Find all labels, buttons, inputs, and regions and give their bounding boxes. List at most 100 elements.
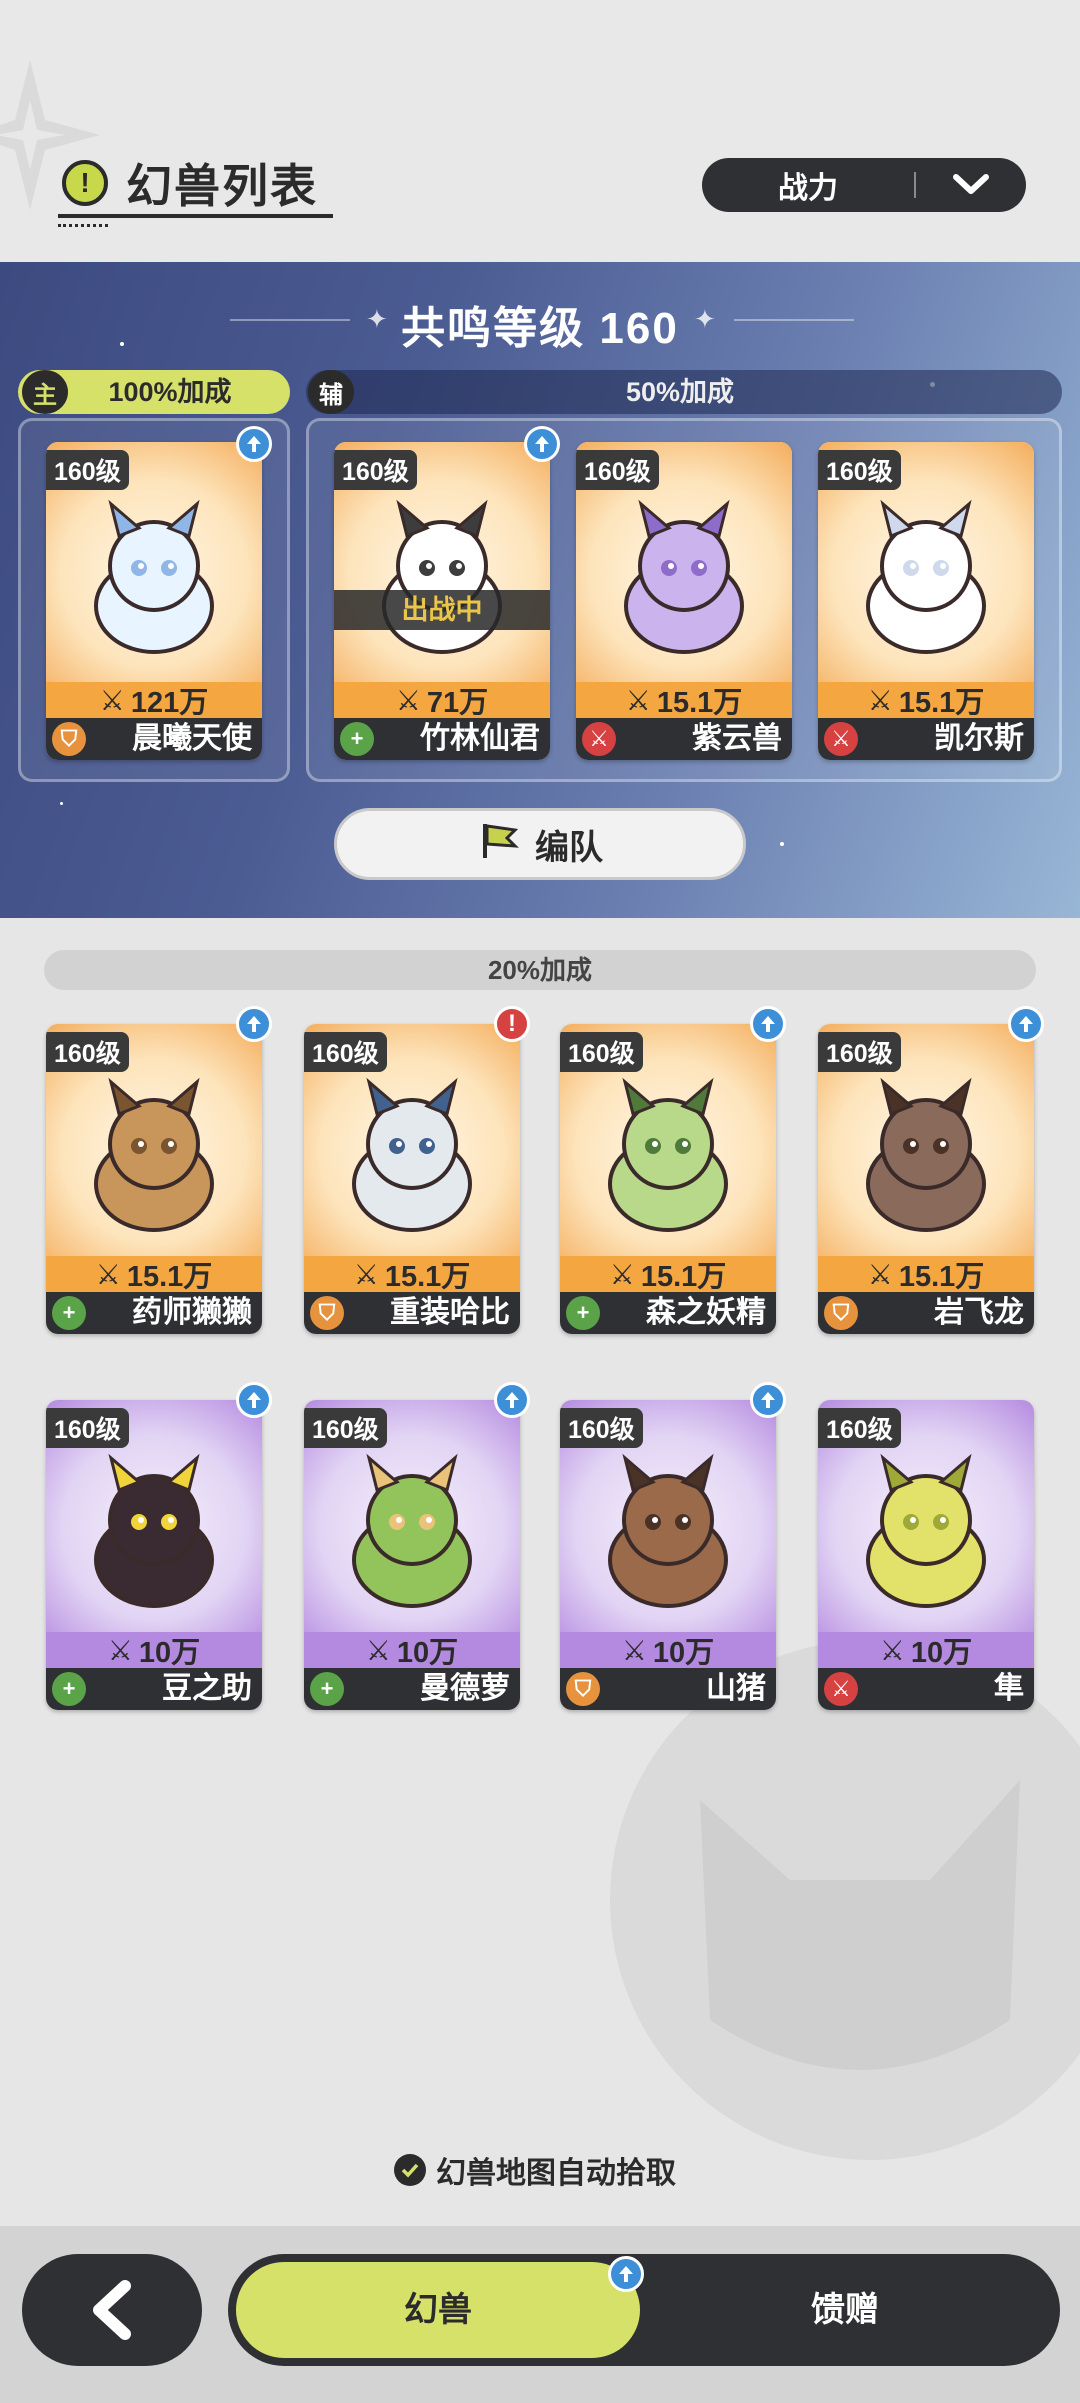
beast-power-value: 15.1万 — [384, 1261, 471, 1293]
beast-level: 160级 — [304, 1032, 387, 1072]
tab-beasts[interactable]: 幻兽 — [232, 2258, 644, 2362]
beast-name: 凯尔斯 — [934, 722, 1024, 755]
tab-gifts[interactable]: 馈赠 — [700, 2254, 990, 2366]
crossed-swords-icon: ⚔ — [107, 1634, 133, 1666]
heal-role-icon: + — [566, 1296, 600, 1330]
heal-role-icon: + — [52, 1296, 86, 1330]
beast-card[interactable]: 160级 ⚔ 15.1万 ⚔ 紫云兽 — [576, 442, 792, 760]
beast-power-value: 15.1万 — [640, 1261, 727, 1293]
beast-name: 森之妖精 — [646, 1296, 766, 1329]
beast-card[interactable]: 160级 ⚔ 15.1万 + 森之妖精 — [560, 1024, 776, 1334]
attack-role-icon: ⚔ — [824, 1672, 858, 1706]
upgrade-badge-icon — [1008, 1006, 1044, 1042]
crossed-swords-icon: ⚔ — [625, 684, 651, 716]
beast-level: 160级 — [46, 1032, 129, 1072]
beast-power: ⚔ 15.1万 — [576, 682, 792, 719]
beast-power: ⚔ 15.1万 — [304, 1256, 520, 1293]
beast-name-bar: ⛉ 山猪 — [560, 1668, 776, 1710]
beast-level: 160级 — [576, 450, 659, 490]
auto-pickup-toggle[interactable]: 幻兽地图自动拾取 — [394, 2148, 676, 2192]
page-title: 幻兽列表 — [126, 160, 318, 212]
beast-name: 竹林仙君 — [420, 722, 540, 755]
header: ! 幻兽列表 战力 — [0, 0, 1080, 262]
beast-name-bar: + 曼德萝 — [304, 1668, 520, 1710]
checkmark-icon — [394, 2154, 426, 2186]
resonance-level: 共鸣等级 160 — [401, 304, 679, 353]
sort-label: 战力 — [778, 172, 838, 205]
beast-power-value: 15.1万 — [898, 1261, 985, 1293]
beast-name: 山猪 — [706, 1672, 766, 1705]
beast-creature-icon — [352, 1077, 472, 1232]
beast-card[interactable]: 160级 ⚔ 15.1万 + 药师獭獭 — [46, 1024, 262, 1334]
beast-creature-icon — [352, 1453, 472, 1608]
beast-power: ⚔ 15.1万 — [560, 1256, 776, 1293]
crossed-swords-icon: ⚔ — [609, 1258, 635, 1290]
beast-card[interactable]: 160级 ⚔ 10万 ⛉ 山猪 — [560, 1400, 776, 1710]
beast-power-value: 10万 — [652, 1637, 715, 1669]
upgrade-badge-icon — [236, 1382, 272, 1418]
beast-creature-icon — [94, 1077, 214, 1232]
upgrade-badge-icon — [494, 1382, 530, 1418]
beast-card[interactable]: 160级 出战中 ⚔ 71万 + 竹林仙君 — [334, 442, 550, 760]
beast-power-value: 121万 — [130, 687, 209, 719]
beast-name-bar: + 森之妖精 — [560, 1292, 776, 1334]
formation-label: 编队 — [535, 828, 603, 867]
shield-role-icon: ⛉ — [824, 1296, 858, 1330]
beast-name-bar: ⚔ 凯尔斯 — [818, 718, 1034, 760]
beast-card[interactable]: 160级 ⚔ 10万 + 曼德萝 — [304, 1400, 520, 1710]
beast-power-value: 15.1万 — [126, 1261, 213, 1293]
title-underline — [58, 214, 333, 218]
beast-card[interactable]: 160级 ⚔ 15.1万 ⚔ 凯尔斯 — [818, 442, 1034, 760]
beast-power-value: 10万 — [396, 1637, 459, 1669]
beast-power: ⚔ 121万 — [46, 682, 262, 719]
crossed-swords-icon: ⚔ — [621, 1634, 647, 1666]
beast-name: 隼 — [994, 1672, 1024, 1705]
attack-role-icon: ⚔ — [582, 722, 616, 756]
beast-level: 160级 — [560, 1408, 643, 1448]
beast-name: 岩飞龙 — [934, 1296, 1024, 1329]
beast-power: ⚔ 10万 — [46, 1632, 262, 1669]
sub-bonus-label: 50%加成 — [625, 377, 735, 407]
upgrade-badge-icon — [608, 2256, 644, 2292]
beast-power: ⚔ 15.1万 — [818, 1256, 1034, 1293]
beast-name: 晨曦天使 — [132, 722, 252, 755]
back-arrow-icon — [93, 2280, 131, 2340]
beast-power-value: 71万 — [426, 687, 489, 719]
beast-level: 160级 — [46, 1408, 129, 1448]
sparkle-icon: ✦ — [694, 304, 716, 334]
heal-role-icon: + — [52, 1672, 86, 1706]
back-button[interactable] — [22, 2254, 202, 2366]
beast-card[interactable]: 160级 ⚔ 15.1万 ⛉ 岩飞龙 — [818, 1024, 1034, 1334]
beast-power: ⚔ 15.1万 — [46, 1256, 262, 1293]
beast-card[interactable]: 160级 ⚔ 10万 ⚔ 隼 — [818, 1400, 1034, 1710]
beast-card[interactable]: 160级 ⚔ 121万 ⛉ 晨曦天使 — [46, 442, 262, 760]
beast-power: ⚔ 10万 — [304, 1632, 520, 1669]
beast-level: 160级 — [818, 450, 901, 490]
attack-role-icon: ⚔ — [824, 722, 858, 756]
beast-card[interactable]: 160级 ⚔ 10万 + 豆之助 — [46, 1400, 262, 1710]
flag-icon — [477, 820, 521, 869]
beast-name-bar: ⚔ 隼 — [818, 1668, 1034, 1710]
crossed-swords-icon: ⚔ — [867, 684, 893, 716]
beast-name-bar: + 竹林仙君 — [334, 718, 550, 760]
beast-creature-icon — [94, 1453, 214, 1608]
beast-creature-icon — [866, 1453, 986, 1608]
beast-name-bar: ⛉ 岩飞龙 — [818, 1292, 1034, 1334]
beast-name: 曼德萝 — [420, 1672, 510, 1705]
upgrade-badge-icon — [236, 1006, 272, 1042]
shield-role-icon: ⛉ — [52, 722, 86, 756]
beast-level: 160级 — [818, 1408, 901, 1448]
sort-dropdown[interactable]: 战力 — [702, 158, 1026, 212]
crossed-swords-icon: ⚔ — [95, 1258, 121, 1290]
exclamation-icon[interactable]: ! — [62, 160, 108, 206]
shield-role-icon: ⛉ — [566, 1672, 600, 1706]
crossed-swords-icon: ⚔ — [353, 1258, 379, 1290]
formation-button[interactable]: 编队 — [334, 808, 746, 880]
auto-pickup-label: 幻兽地图自动拾取 — [436, 2157, 676, 2190]
beast-power: ⚔ 71万 — [334, 682, 550, 719]
crossed-swords-icon: ⚔ — [867, 1258, 893, 1290]
beast-card[interactable]: 160级 ⚔ 15.1万 ⛉ 重装哈比 — [304, 1024, 520, 1334]
beast-name: 药师獭獭 — [132, 1296, 252, 1329]
beast-creature-icon — [608, 1453, 728, 1608]
beast-name-bar: ⚔ 紫云兽 — [576, 718, 792, 760]
